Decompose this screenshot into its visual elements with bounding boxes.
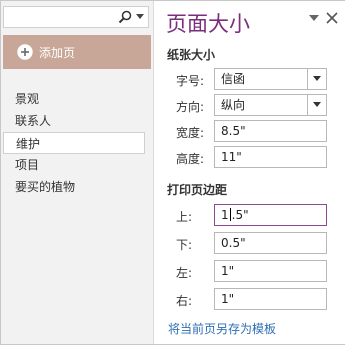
close-icon[interactable]	[326, 12, 338, 24]
chevron-down-icon	[313, 102, 321, 107]
print-margins-heading: 打印页边距	[167, 183, 228, 197]
right-margin-label: 右:	[176, 294, 193, 308]
height-label: 高度:	[176, 152, 205, 166]
left-margin-value: 1"	[221, 264, 235, 278]
right-margin-value: 1"	[221, 292, 235, 306]
size-select[interactable]: 信函	[214, 68, 327, 90]
search-icon[interactable]	[118, 10, 132, 24]
right-margin-input[interactable]: 1"	[214, 288, 327, 310]
width-label: 宽度:	[176, 126, 205, 140]
search-input[interactable]	[6, 8, 110, 28]
orientation-select[interactable]: 纵向	[214, 94, 327, 116]
page-item-landscape[interactable]: 景观	[3, 88, 145, 110]
size-dropdown-button[interactable]	[307, 69, 326, 89]
plus-circle-icon	[17, 44, 33, 60]
page-list-panel: 添加页 景观 联系人 维护 项目 要买的植物	[1, 1, 153, 344]
left-margin-input[interactable]: 1"	[214, 260, 327, 282]
left-margin-label: 左:	[176, 266, 193, 280]
paper-size-heading: 纸张大小	[167, 48, 216, 62]
orientation-label: 方向:	[176, 100, 205, 114]
page-item-maintenance[interactable]: 维护	[3, 132, 145, 154]
top-margin-value-before-cursor: 1	[221, 208, 229, 222]
size-label: 字号:	[176, 74, 205, 88]
bottom-margin-value: 0.5"	[221, 236, 246, 250]
bottom-margin-label: 下:	[176, 238, 193, 252]
orientation-dropdown-button[interactable]	[307, 95, 326, 115]
pane-title: 页面大小	[166, 12, 250, 36]
orientation-value: 纵向	[221, 98, 246, 112]
page-item-contacts[interactable]: 联系人	[3, 110, 145, 132]
add-page-label: 添加页	[39, 46, 76, 60]
add-page-button[interactable]: 添加页	[3, 35, 151, 69]
height-input[interactable]: 11"	[214, 146, 327, 168]
page-item-plants-to-buy[interactable]: 要买的植物	[3, 176, 145, 198]
chevron-down-icon	[313, 76, 321, 81]
page-size-pane: 页面大小 纸张大小 字号: 信函 方向: 纵向 宽度: 8.5" 高度: 11"…	[153, 1, 345, 344]
search-box[interactable]	[3, 6, 149, 28]
pane-options-icon[interactable]	[309, 15, 319, 23]
top-margin-label: 上:	[176, 210, 193, 224]
save-as-template-link[interactable]: 将当前页另存为模板	[168, 320, 276, 337]
chevron-down-icon[interactable]	[136, 14, 144, 20]
bottom-margin-input[interactable]: 0.5"	[214, 232, 327, 254]
width-input[interactable]: 8.5"	[214, 120, 327, 142]
size-value: 信函	[221, 72, 246, 86]
height-value: 11"	[221, 150, 242, 164]
top-margin-input[interactable]: 1.5"	[214, 204, 327, 226]
page-item-projects[interactable]: 项目	[3, 154, 145, 176]
top-margin-value-after-cursor: .5"	[231, 208, 249, 222]
width-value: 8.5"	[221, 124, 246, 138]
text-cursor	[229, 208, 231, 221]
